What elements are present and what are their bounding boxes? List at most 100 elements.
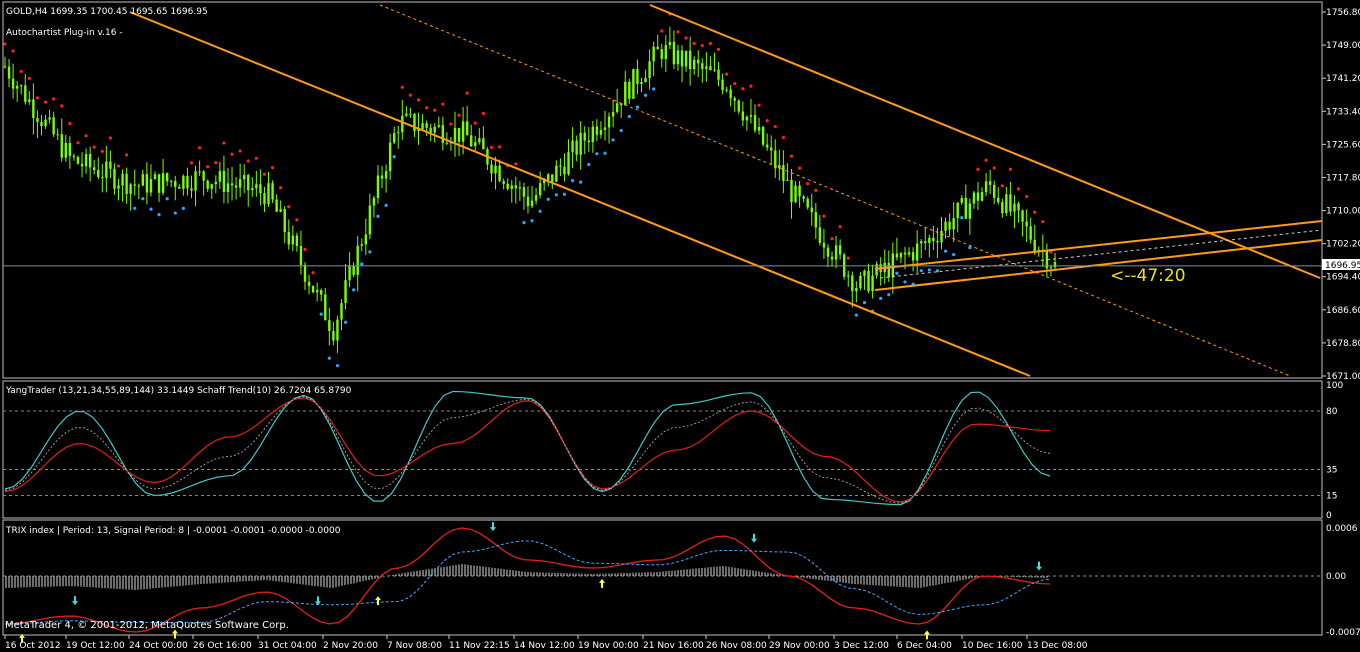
time-tick-label: 13 Dec 08:00 bbox=[1027, 641, 1088, 651]
candle-body bbox=[810, 207, 813, 213]
candle-body bbox=[405, 113, 408, 116]
candle-body bbox=[36, 118, 39, 123]
candle-body bbox=[332, 330, 335, 341]
candle-body bbox=[851, 275, 854, 292]
sar-dot-up bbox=[449, 122, 453, 126]
candle-body bbox=[907, 252, 911, 255]
candle-body bbox=[1049, 267, 1053, 269]
symbol-header: GOLD,H4 1699.35 1700.45 1695.65 1696.95 bbox=[6, 7, 208, 17]
price-tick-label: 1702.20 bbox=[1326, 240, 1360, 250]
candle-body bbox=[64, 143, 68, 158]
sar-dot-down bbox=[319, 312, 323, 316]
sar-dot-up bbox=[35, 96, 40, 100]
candle-body bbox=[648, 61, 651, 78]
candle-body bbox=[567, 152, 570, 175]
candle-body bbox=[664, 45, 668, 60]
candle-body bbox=[579, 132, 582, 155]
candle-body bbox=[182, 175, 185, 189]
sar-dot-up bbox=[1008, 167, 1013, 171]
candle-body bbox=[660, 49, 663, 60]
candle-body bbox=[92, 167, 96, 171]
buy-arrow-icon bbox=[599, 578, 605, 588]
candle-body bbox=[705, 66, 708, 69]
candle-body bbox=[263, 193, 266, 205]
time-tick-label: 2 Nov 20:00 bbox=[323, 641, 378, 651]
candle-body bbox=[770, 147, 773, 151]
sar-dot-up bbox=[76, 141, 80, 145]
sar-dot-up bbox=[52, 97, 56, 101]
sar-dot-up bbox=[60, 104, 64, 108]
plugin-label: Autochartist Plug-in v.16 - bbox=[6, 28, 123, 38]
candle-body bbox=[457, 128, 461, 142]
sar-dot-down bbox=[392, 155, 396, 159]
candle-body bbox=[737, 100, 740, 112]
sar-dot-down bbox=[352, 288, 356, 292]
candle-body bbox=[141, 174, 145, 186]
candle-body bbox=[121, 173, 124, 186]
channel-mid bbox=[379, 4, 1291, 377]
candle-body bbox=[425, 123, 428, 128]
candle-body bbox=[84, 154, 88, 167]
candle-body bbox=[3, 66, 7, 68]
sar-dot-up bbox=[830, 237, 834, 241]
candle-body bbox=[855, 288, 858, 292]
candle-body bbox=[632, 69, 635, 99]
candle-body bbox=[352, 265, 355, 275]
candle-body bbox=[976, 192, 980, 201]
time-tick-label: 11 Nov 22:15 bbox=[449, 641, 510, 651]
sar-dot-up bbox=[473, 121, 477, 125]
candle-body bbox=[421, 123, 424, 130]
sar-dot-down bbox=[919, 269, 923, 273]
candle-body bbox=[372, 197, 376, 206]
candle-body bbox=[599, 129, 603, 135]
price-tick-label: 1686.60 bbox=[1326, 306, 1360, 316]
candle-body bbox=[255, 184, 258, 189]
candle-body bbox=[441, 125, 445, 143]
candle-body bbox=[1017, 203, 1020, 211]
time-tick-label: 19 Oct 12:00 bbox=[66, 641, 125, 651]
candle-body bbox=[60, 134, 63, 158]
candle-body bbox=[295, 235, 299, 246]
sar-dot-up bbox=[1000, 184, 1004, 188]
sar-dot-up bbox=[765, 119, 769, 123]
candle-body bbox=[725, 89, 728, 91]
candle-body bbox=[656, 46, 659, 50]
chart-canvas[interactable]: 1756.80 1749.00 1741.20 1733.40 1725.60 1717.… bbox=[0, 0, 1360, 652]
candle-body bbox=[174, 180, 177, 187]
sar-dot-up bbox=[206, 165, 210, 169]
candle-body bbox=[538, 183, 542, 196]
price-layer bbox=[3, 4, 1323, 377]
candle-body bbox=[218, 170, 222, 182]
sar-dot-down bbox=[360, 262, 364, 266]
sar-dot-down bbox=[384, 203, 388, 207]
candle-body bbox=[157, 174, 161, 193]
sar-dot-up bbox=[400, 85, 404, 89]
candle-body bbox=[790, 179, 793, 203]
time-tick-label: 7 Nov 08:00 bbox=[387, 641, 442, 651]
candle-body bbox=[72, 155, 76, 158]
candle-body bbox=[741, 111, 745, 121]
sar-dot-up bbox=[789, 154, 794, 158]
price-tick-label: 1725.60 bbox=[1326, 140, 1360, 150]
sar-dot-up bbox=[814, 188, 818, 192]
candle-body bbox=[814, 212, 818, 228]
sar-dot-up bbox=[660, 29, 664, 33]
candle-body bbox=[149, 179, 153, 193]
candle-body bbox=[259, 184, 262, 194]
candle-body bbox=[530, 200, 534, 207]
sar-dot-up bbox=[457, 113, 461, 117]
candle-body bbox=[753, 115, 757, 131]
yang-level-label: 80 bbox=[1326, 407, 1338, 417]
candle-body bbox=[376, 175, 380, 198]
candle-body bbox=[701, 63, 704, 69]
candle-body bbox=[615, 103, 619, 112]
sar-dot-up bbox=[27, 76, 31, 80]
yang-pane[interactable] bbox=[2, 380, 1323, 519]
sar-dot-down bbox=[173, 211, 177, 215]
candle-body bbox=[940, 230, 943, 243]
candle-body bbox=[924, 241, 927, 243]
candle-body bbox=[170, 180, 173, 182]
candle-body bbox=[697, 59, 700, 64]
sar-dot-up bbox=[68, 121, 72, 126]
candle-body bbox=[899, 252, 903, 258]
